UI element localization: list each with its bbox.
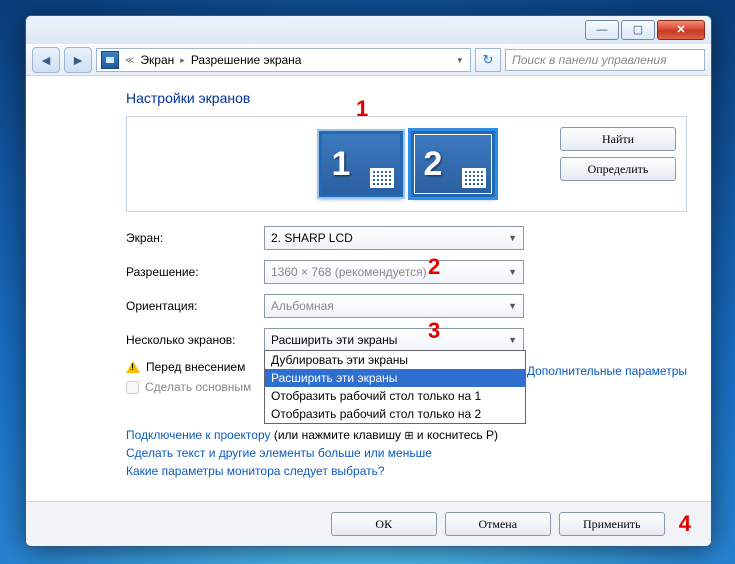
dropdown-opt-only1[interactable]: Отобразить рабочий стол только на 1 <box>265 387 525 405</box>
resolution-label: Разрешение: <box>126 265 256 279</box>
chevron-right-icon: ▸ <box>180 55 185 66</box>
minimize-button[interactable]: — <box>585 20 619 40</box>
screen-combo[interactable]: 2. SHARP LCD ▼ <box>264 226 524 250</box>
search-input[interactable]: Поиск в панели управления <box>505 49 705 71</box>
monitor-2[interactable]: 2 <box>411 131 495 197</box>
make-primary-checkbox[interactable] <box>126 381 139 394</box>
resolution-value: 1360 × 768 (рекомендуется) <box>271 265 427 279</box>
dropdown-opt-duplicate[interactable]: Дублировать эти экраны <box>265 351 525 369</box>
advanced-settings-link[interactable]: Дополнительные параметры <box>527 364 687 378</box>
annotation-3: 3 <box>428 318 440 344</box>
monitor-2-number: 2 <box>424 145 443 184</box>
apply-button[interactable]: Применить <box>559 512 665 536</box>
dropdown-opt-extend[interactable]: Расширить эти экраны <box>265 369 525 387</box>
nav-forward-button[interactable]: ► <box>64 47 92 73</box>
refresh-button[interactable]: ↻ <box>475 48 501 72</box>
which-monitor-link[interactable]: Какие параметры монитора следует выбрать… <box>126 464 687 478</box>
close-button[interactable]: ✕ <box>657 20 705 40</box>
multi-display-label: Несколько экранов: <box>126 333 256 347</box>
chevron-down-icon: ▼ <box>508 301 517 311</box>
control-panel-icon <box>101 51 119 69</box>
maximize-button[interactable]: ▢ <box>621 20 655 40</box>
screen-value: 2. SHARP LCD <box>271 231 353 245</box>
text-size-link[interactable]: Сделать текст и другие элементы больше и… <box>126 446 687 460</box>
chevron-down-icon: ▼ <box>508 233 517 243</box>
breadcrumb-address[interactable]: ≪ Экран ▸ Разрешение экрана ▾ <box>96 48 471 72</box>
content-area: Настройки экранов 1 2 Найти Определить 1… <box>26 76 711 502</box>
annotation-4: 4 <box>679 511 691 537</box>
crumb-resolution[interactable]: Разрешение экрана <box>191 53 302 67</box>
annotation-2: 2 <box>428 254 440 280</box>
nav-back-button[interactable]: ◄ <box>32 47 60 73</box>
crumb-screen[interactable]: Экран <box>140 53 174 67</box>
navigation-bar: ◄ ► ≪ Экран ▸ Разрешение экрана ▾ ↻ Поис… <box>26 44 711 76</box>
monitor-grid-icon <box>370 168 394 188</box>
address-dropdown-icon[interactable]: ▾ <box>453 55 466 66</box>
monitor-1-number: 1 <box>332 145 351 184</box>
chevron-down-icon: ▼ <box>508 267 517 277</box>
monitor-1[interactable]: 1 <box>319 131 403 197</box>
warning-icon <box>126 361 140 373</box>
chevron-down-icon: ▼ <box>508 335 517 345</box>
page-title: Настройки экранов <box>126 90 687 106</box>
windows-key-icon: ⊞ <box>404 430 413 442</box>
multi-display-dropdown: Дублировать эти экраны Расширить эти экр… <box>264 350 526 424</box>
screen-label: Экран: <box>126 231 256 245</box>
window-frame: — ▢ ✕ ◄ ► ≪ Экран ▸ Разрешение экрана ▾ … <box>25 15 712 547</box>
orientation-value: Альбомная <box>271 299 334 313</box>
projector-link[interactable]: Подключение к проектору <box>126 428 271 442</box>
dropdown-opt-only2[interactable]: Отобразить рабочий стол только на 2 <box>265 405 525 423</box>
projector-hint-a: (или нажмите клавишу <box>274 428 401 442</box>
multi-display-value: Расширить эти экраны <box>271 333 397 347</box>
dialog-footer: ОК Отмена Применить 4 <box>26 501 711 546</box>
monitor-grid-icon <box>462 168 486 188</box>
resolution-combo[interactable]: 1360 × 768 (рекомендуется) ▼ <box>264 260 524 284</box>
find-button[interactable]: Найти <box>560 127 676 151</box>
titlebar: — ▢ ✕ <box>26 16 711 44</box>
ok-button[interactable]: ОК <box>331 512 437 536</box>
settings-form: Экран: 2. SHARP LCD ▼ Разрешение: 1360 ×… <box>126 226 687 352</box>
make-primary-label: Сделать основным <box>145 380 251 394</box>
cancel-button[interactable]: Отмена <box>445 512 551 536</box>
orientation-combo[interactable]: Альбомная ▼ <box>264 294 524 318</box>
warning-text-before: Перед внесением <box>146 360 245 374</box>
orientation-label: Ориентация: <box>126 299 256 313</box>
monitor-arrangement[interactable]: 1 2 Найти Определить <box>126 116 687 212</box>
identify-button[interactable]: Определить <box>560 157 676 181</box>
annotation-1: 1 <box>356 96 368 122</box>
multi-display-combo[interactable]: Расширить эти экраны ▼ Дублировать эти э… <box>264 328 524 352</box>
chevron-right-icon: ≪ <box>125 55 134 66</box>
projector-hint-b: и коснитесь P) <box>417 428 498 442</box>
